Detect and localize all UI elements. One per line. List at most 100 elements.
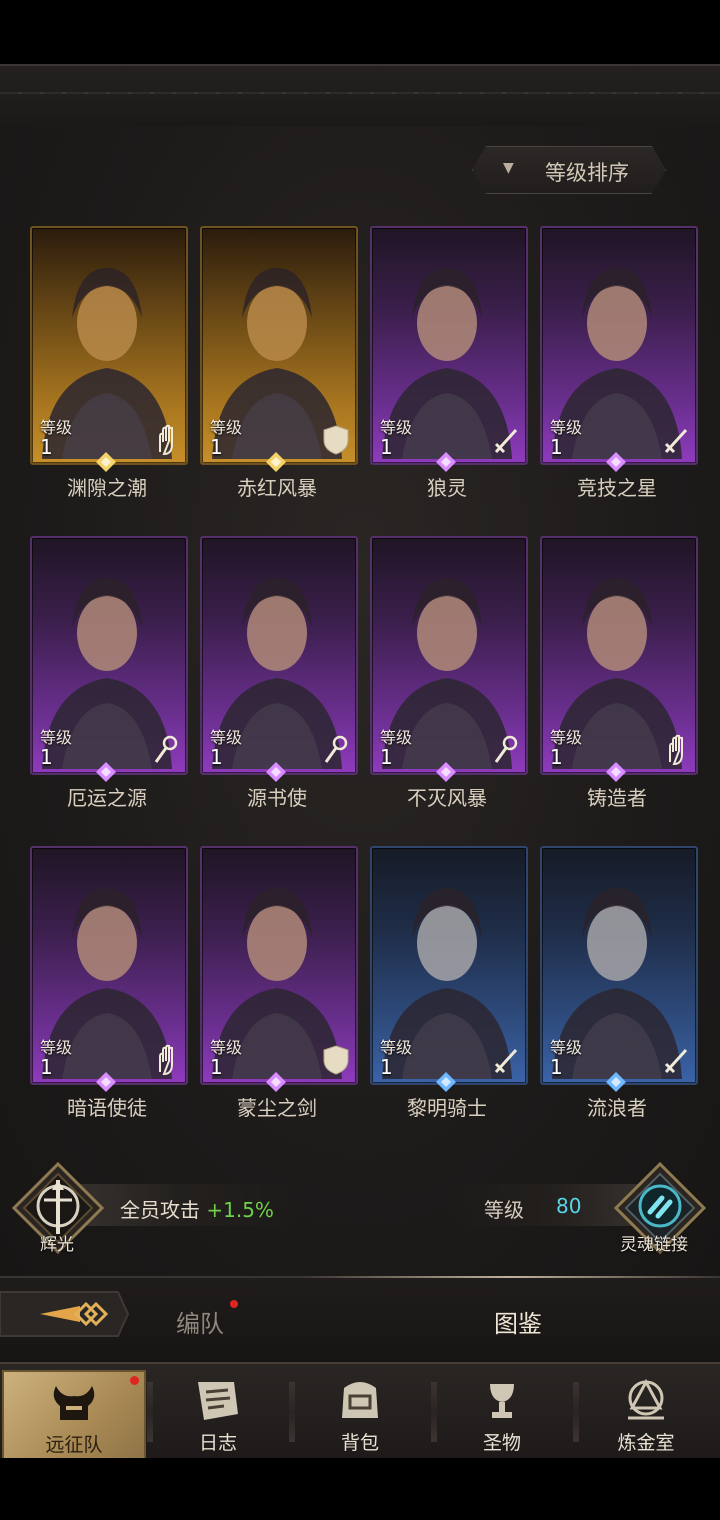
sword-icon [664,428,688,454]
system-nav-area [0,1458,720,1520]
hero-card[interactable]: 等级 1 渊隙之潮 [30,226,188,500]
hero-name: 不灭风暴 [407,786,487,810]
hero-card[interactable]: 等级 1 狼灵 [370,226,528,500]
hero-portrait-frame: 等级 1 [30,226,188,465]
alchemy-icon [628,1378,664,1420]
dropdown-triangle-icon: ▼ [503,160,514,176]
hero-card[interactable]: 等级 1 流浪者 [540,846,698,1120]
hand-icon [669,734,683,766]
rarity-gem-icon [96,1072,116,1092]
hero-name: 铸造者 [587,786,647,810]
rarity-gem-icon [436,1072,456,1092]
sword-icon [494,1048,518,1074]
hero-card[interactable]: 等级 1 赤红风暴 [200,226,358,500]
rarity-gem-icon [606,762,626,782]
rarity-gem-icon [96,762,116,782]
shield-icon [323,1045,349,1075]
soul-link-label: 灵魂链接 [620,1235,688,1255]
hero-level-value: 1 [40,435,53,459]
top-frame-border [0,64,720,128]
hero-card[interactable]: 等级 1 蒙尘之剑 [200,846,358,1120]
scroll-icon [198,1382,238,1420]
hero-name: 赤红风暴 [237,476,317,500]
hero-name: 流浪者 [587,1096,647,1120]
radiance-label: 辉光 [40,1235,74,1255]
hero-portrait-frame: 等级 1 [540,536,698,775]
hero-card[interactable]: 等级 1 不灭风暴 [370,536,528,810]
hero-name: 狼灵 [427,476,467,500]
hero-level-value: 1 [550,1055,563,1079]
hero-card[interactable]: 等级 1 暗语使徒 [30,846,188,1120]
expedition-notification-dot [130,1376,139,1385]
hero-portrait-frame: 等级 1 [200,226,358,465]
attack-bonus-value: +1.5% [206,1198,274,1222]
nav-relics[interactable]: 圣物 [432,1370,572,1456]
sword-icon [664,1048,688,1074]
nav-backpack[interactable]: 背包 [290,1370,430,1456]
hero-level-value: 1 [380,435,393,459]
rarity-gem-icon [436,762,456,782]
staff-icon [494,735,518,763]
sort-by-level-button[interactable]: ▼ 等级排序 [472,146,666,194]
hero-name: 源书使 [247,786,307,810]
hero-portrait-frame: 等级 1 [30,846,188,1085]
hero-portrait-frame: 等级 1 [540,846,698,1085]
hero-level-value: 1 [380,1055,393,1079]
hero-portrait-frame: 等级 1 [200,846,358,1085]
hero-portrait-frame: 等级 1 [370,226,528,465]
rarity-gem-icon [606,1072,626,1092]
nav-journal[interactable]: 日志 [148,1370,288,1456]
sort-label: 等级排序 [545,161,629,185]
hand-icon [159,1044,173,1076]
hero-card[interactable]: 等级 1 竞技之星 [540,226,698,500]
hero-level-value: 1 [210,435,223,459]
hero-level-value: 1 [40,1055,53,1079]
staff-icon [154,735,178,763]
hero-name: 厄运之源 [67,786,147,810]
hero-portrait-frame: 等级 1 [540,226,698,465]
rarity-gem-icon [266,452,286,472]
hero-card[interactable]: 等级 1 厄运之源 [30,536,188,810]
hero-level-value: 1 [40,745,53,769]
soul-link-level-label: 等级 [484,1198,524,1222]
soul-link-level-value: 80 [556,1194,582,1218]
hero-level-value: 1 [380,745,393,769]
hero-name: 暗语使徒 [67,1096,147,1120]
hero-level-value: 1 [210,1055,223,1079]
shield-icon [323,425,349,455]
formation-notification-dot [230,1300,238,1308]
staff-icon [324,735,348,763]
hero-name: 竞技之星 [577,476,657,500]
sword-icon [494,428,518,454]
rarity-gem-icon [96,452,116,472]
bonus-bar: 辉光 全员攻击 +1.5% 等级 80 灵魂链接 [0,1160,720,1260]
hero-card[interactable]: 等级 1 源书使 [200,536,358,810]
hero-name: 蒙尘之剑 [237,1096,317,1120]
hero-portrait-frame: 等级 1 [30,536,188,775]
bag-icon [342,1382,378,1418]
hero-level-value: 1 [550,745,563,769]
rarity-gem-icon [606,452,626,472]
rarity-gem-icon [436,452,456,472]
chalice-icon [490,1384,514,1418]
tab-bar: 编队 图鉴 [0,1276,720,1362]
rarity-gem-icon [266,762,286,782]
hero-name: 渊隙之潮 [67,476,147,500]
nav-expedition[interactable]: 远征队 [2,1370,146,1460]
hero-card[interactable]: 等级 1 铸造者 [540,536,698,810]
hero-portrait-frame: 等级 1 [370,536,528,775]
team-attack-bonus: 全员攻击 +1.5% [120,1198,274,1222]
hero-name: 黎明骑士 [407,1096,487,1120]
tab-formation[interactable]: 编队 [176,1304,224,1339]
hero-level-value: 1 [210,745,223,769]
hero-portrait-frame: 等级 1 [200,536,358,775]
helmet-icon [53,1386,95,1420]
hero-level-value: 1 [550,435,563,459]
bottom-nav: 远征队 日志 背包 圣物 炼金室 [0,1362,720,1460]
hero-card[interactable]: 等级 1 黎明骑士 [370,846,528,1120]
nav-alchemy[interactable]: 炼金室 [576,1370,716,1456]
tab-codex[interactable]: 图鉴 [494,1304,542,1339]
back-arrow-icon[interactable] [0,1284,130,1344]
status-bar [0,0,720,64]
hand-icon [159,424,173,456]
